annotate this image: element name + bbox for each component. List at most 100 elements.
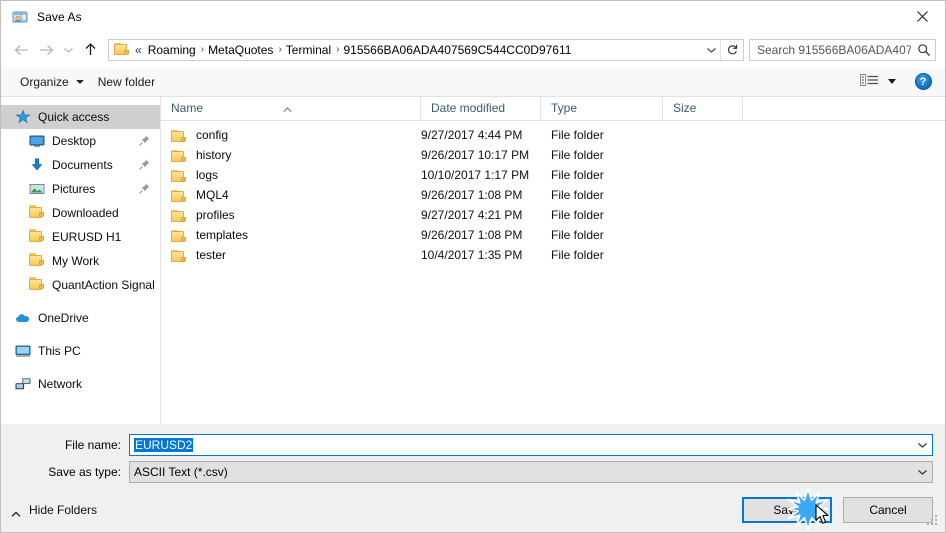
sidebar-item-pictures[interactable]: Pictures xyxy=(1,177,160,201)
search-box[interactable] xyxy=(749,38,936,61)
organize-button[interactable]: Organize xyxy=(13,70,91,94)
sidebar-item-onedrive[interactable]: OneDrive xyxy=(1,306,160,330)
chevron-down-icon[interactable] xyxy=(912,441,932,449)
chevron-up-icon xyxy=(11,507,21,517)
sidebar-item-documents[interactable]: Documents xyxy=(1,153,160,177)
sidebar-item-network[interactable]: Network xyxy=(1,372,160,396)
table-row[interactable]: MQL4 9/26/2017 1:08 PM File folder xyxy=(161,185,945,205)
file-name-cell: profiles xyxy=(161,205,421,225)
file-name-cell: logs xyxy=(161,165,421,185)
pin-icon[interactable] xyxy=(138,182,151,195)
sidebar-item-label: OneDrive xyxy=(38,311,89,325)
file-name-input[interactable]: EURUSD2 xyxy=(129,434,933,456)
recent-locations-chevron-icon[interactable] xyxy=(59,37,78,63)
table-row[interactable]: logs 10/10/2017 1:17 PM File folder xyxy=(161,165,945,185)
file-size-cell xyxy=(673,165,753,185)
file-size-cell xyxy=(673,205,753,225)
file-date-cell: 9/27/2017 4:44 PM xyxy=(421,128,523,142)
file-size-cell xyxy=(673,145,753,165)
pin-icon[interactable] xyxy=(138,134,151,147)
file-name-label: MQL4 xyxy=(196,188,229,202)
sidebar-item-quantaction-signal[interactable]: QuantAction Signal xyxy=(1,273,160,297)
forward-arrow-icon[interactable] xyxy=(34,37,59,63)
help-icon: ? xyxy=(914,73,932,90)
breadcrumb-item-0[interactable]: Roaming xyxy=(145,42,200,58)
column-header-size[interactable]: Size xyxy=(663,97,743,120)
chevron-down-icon[interactable] xyxy=(702,40,720,60)
breadcrumb-item-3[interactable]: 915566BA06ADA407569C544CC0D97611 xyxy=(340,42,575,58)
file-name-row: File name: EURUSD2 xyxy=(1,434,945,456)
search-input[interactable] xyxy=(750,42,913,57)
sidebar-item-quick-access[interactable]: Quick access xyxy=(1,105,160,129)
file-size-cell xyxy=(673,225,753,245)
file-type-cell: File folder xyxy=(551,148,604,162)
table-row[interactable]: config 9/27/2017 4:44 PM File folder xyxy=(161,125,945,145)
file-date-cell: 9/27/2017 4:21 PM xyxy=(421,208,523,222)
organize-label: Organize xyxy=(20,74,69,89)
sort-ascending-icon xyxy=(283,98,292,112)
view-options-icon xyxy=(860,73,879,91)
new-folder-label: New folder xyxy=(97,74,156,89)
column-header-name[interactable]: Name xyxy=(161,97,421,120)
save-as-type-row: Save as type: ASCII Text (*.csv) xyxy=(1,461,945,483)
column-header-date-modified[interactable]: Date modified xyxy=(421,97,541,120)
save-form: File name: EURUSD2 Save as type: ASCII T… xyxy=(1,424,945,488)
sidebar-item-eurusd-h1[interactable]: EURUSD H1 xyxy=(1,225,160,249)
pin-icon[interactable] xyxy=(138,158,151,171)
file-name-value: EURUSD2 xyxy=(134,438,194,452)
cancel-button[interactable]: Cancel xyxy=(843,497,933,523)
file-size-cell xyxy=(673,125,753,145)
file-name-label: templates xyxy=(196,228,249,242)
table-row[interactable]: history 9/26/2017 10:17 PM File folder xyxy=(161,145,945,165)
folder-icon xyxy=(29,253,45,269)
navigation-bar: « Roaming › MetaQuotes › Terminal › 9155… xyxy=(1,32,945,67)
file-name-label: File name: xyxy=(64,438,121,452)
search-icon[interactable] xyxy=(913,40,935,60)
file-size-cell xyxy=(673,245,753,265)
folder-icon xyxy=(171,129,187,143)
onedrive-cloud-icon xyxy=(15,310,31,326)
back-arrow-icon[interactable] xyxy=(9,37,34,63)
file-date-cell: 10/4/2017 1:35 PM xyxy=(421,248,523,262)
save-button[interactable]: Save xyxy=(742,497,832,523)
view-options-button[interactable] xyxy=(856,70,900,94)
chevron-down-icon[interactable] xyxy=(912,468,932,476)
sidebar-item-label: My Work xyxy=(52,254,100,268)
sidebar-item-my-work[interactable]: My Work xyxy=(1,249,160,273)
help-button[interactable]: ? xyxy=(909,73,937,90)
table-row[interactable]: templates 9/26/2017 1:08 PM File folder xyxy=(161,225,945,245)
address-bar[interactable]: « Roaming › MetaQuotes › Terminal › 9155… xyxy=(108,38,744,61)
save-as-type-value: ASCII Text (*.csv) xyxy=(134,465,228,479)
save-as-type-select[interactable]: ASCII Text (*.csv) xyxy=(129,461,933,483)
file-name-label: tester xyxy=(196,248,227,262)
folder-icon xyxy=(171,189,187,203)
sidebar-item-this-pc[interactable]: This PC xyxy=(1,339,160,363)
chevron-down-icon xyxy=(75,79,84,84)
column-header-type[interactable]: Type xyxy=(541,97,663,120)
star-icon xyxy=(15,109,31,125)
breadcrumb-item-1[interactable]: MetaQuotes xyxy=(205,42,277,58)
folder-icon xyxy=(171,149,187,163)
breadcrumb-item-2[interactable]: Terminal xyxy=(283,42,335,58)
breadcrumb-overflow[interactable]: « xyxy=(134,43,145,57)
file-date-cell: 9/26/2017 10:17 PM xyxy=(421,148,530,162)
sidebar-item-desktop[interactable]: Desktop xyxy=(1,129,160,153)
new-folder-button[interactable]: New folder xyxy=(91,70,162,94)
resize-grip-icon[interactable] xyxy=(927,515,940,528)
table-row[interactable]: tester 10/4/2017 1:35 PM File folder xyxy=(161,245,945,265)
folder-icon xyxy=(171,209,187,223)
sidebar-item-label: EURUSD H1 xyxy=(52,230,122,244)
file-name-cell: templates xyxy=(161,225,421,245)
up-arrow-icon[interactable] xyxy=(78,37,103,63)
column-headers: Name Date modified Type Size xyxy=(161,97,945,121)
sidebar-item-label: Desktop xyxy=(52,134,97,148)
close-icon[interactable] xyxy=(899,1,945,31)
command-bar: Organize New folder ? xyxy=(1,67,945,97)
sidebar-item-downloaded[interactable]: Downloaded xyxy=(1,201,160,225)
window-title: Save As xyxy=(37,9,82,24)
refresh-icon[interactable] xyxy=(720,39,743,60)
folder-icon xyxy=(171,249,187,263)
table-row[interactable]: profiles 9/27/2017 4:21 PM File folder xyxy=(161,205,945,225)
hide-folders-button[interactable]: Hide Folders xyxy=(11,503,97,517)
